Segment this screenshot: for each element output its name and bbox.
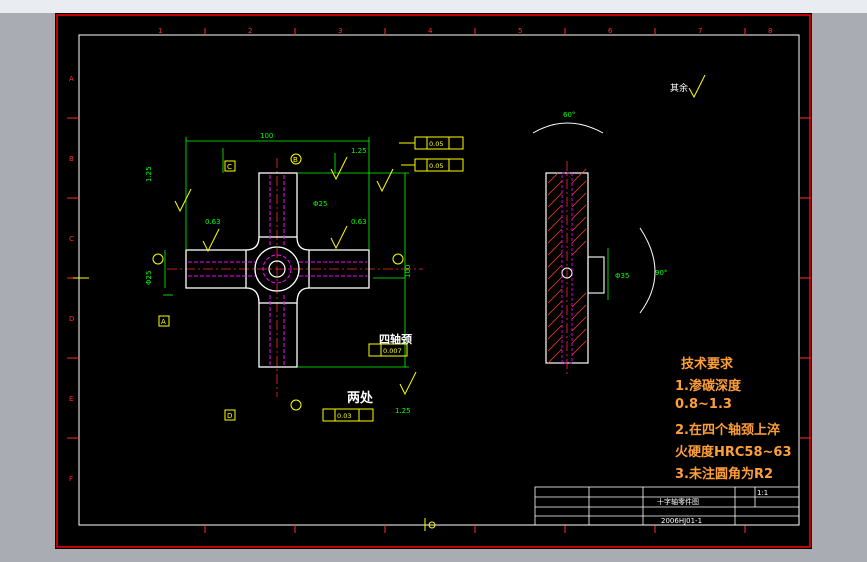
section-view bbox=[532, 122, 656, 375]
datum-c: C bbox=[227, 163, 232, 171]
dimension-texts: 100 100 1.25 Φ25 Φ25 0.63 0.63 1.25 1.25 bbox=[145, 132, 412, 415]
title-scale: 1:1 bbox=[757, 489, 768, 497]
roughness-label-3: 1.25 bbox=[145, 166, 153, 182]
tolerance-frames bbox=[322, 136, 464, 422]
datum-b: B bbox=[293, 156, 298, 164]
dim-height-label: 100 bbox=[404, 265, 412, 278]
datum-a: A bbox=[161, 318, 166, 326]
tolerance-value-2: 0.05 bbox=[429, 162, 443, 170]
zone-side-c: C bbox=[69, 235, 74, 243]
zone-top-4: 4 bbox=[428, 27, 433, 35]
roughness-note-label: 其余 bbox=[670, 82, 688, 94]
tech-req-item-3: 2.在四个轴颈上淬 bbox=[675, 423, 780, 438]
zone-side-d: D bbox=[69, 315, 74, 323]
roughness-label-1: 0.63 bbox=[205, 218, 221, 226]
zone-labels: 1 2 3 4 5 6 7 8 A B C D E F bbox=[69, 27, 772, 483]
datum-boxes bbox=[152, 153, 404, 421]
zone-side-b: B bbox=[69, 155, 74, 163]
drawing-sheet: 1 2 3 4 5 6 7 8 A B C D E F 100 100 1.25… bbox=[55, 13, 812, 549]
zone-top-5: 5 bbox=[518, 27, 522, 35]
datum-d: D bbox=[227, 412, 232, 420]
tolerance-values: 0.05 0.05 0.007 0.03 bbox=[337, 140, 443, 420]
zone-top-8: 8 bbox=[768, 27, 772, 35]
dim-width-label: 100 bbox=[260, 132, 273, 140]
section-angle-60: 60° bbox=[563, 111, 575, 119]
section-dia-35: Φ35 bbox=[615, 272, 629, 280]
zone-top-6: 6 bbox=[608, 27, 613, 35]
cross-shaft-outline bbox=[185, 172, 370, 368]
window-top-strip bbox=[0, 0, 867, 13]
tech-req-title: 技术要求 bbox=[681, 357, 734, 372]
roughness-label-4: 1.25 bbox=[395, 407, 411, 415]
centering-marks bbox=[73, 277, 436, 531]
dia-side-label: Φ25 bbox=[145, 271, 153, 285]
tolerance-value-4: 0.03 bbox=[337, 412, 351, 420]
zone-top-2: 2 bbox=[248, 27, 252, 35]
tech-req-item-2: 0.8~1.3 bbox=[675, 397, 732, 412]
zone-top-1: 1 bbox=[158, 27, 162, 35]
title-drawing-number: 2006HJ01-1 bbox=[661, 517, 702, 525]
tech-req-item-4: 火硬度HRC58~63 bbox=[675, 445, 792, 460]
tolerance-value-1: 0.05 bbox=[429, 140, 443, 148]
section-angle-90: 90° bbox=[655, 269, 667, 277]
zone-top-3: 3 bbox=[338, 27, 342, 35]
dia-center-label: Φ25 bbox=[313, 200, 327, 208]
tech-req-item-1: 1.渗碳深度 bbox=[675, 379, 741, 394]
title-part-name: 十字轴零件图 bbox=[657, 497, 699, 506]
cross-hidden-holes bbox=[188, 175, 367, 365]
label-two-places: 两处 bbox=[347, 390, 374, 406]
tech-req-item-5: 3.未注圆角为R2 bbox=[675, 467, 774, 482]
roughness-symbols bbox=[174, 74, 706, 396]
dimension-lines bbox=[163, 137, 409, 368]
cross-center-lines bbox=[167, 158, 423, 397]
zone-side-a: A bbox=[69, 75, 74, 83]
label-four-necks: 四轴颈 bbox=[379, 332, 412, 346]
dim-chamfer-label: 1.25 bbox=[351, 147, 367, 155]
section-dim-texts: 60° 90° Φ35 bbox=[563, 111, 667, 280]
zone-top-7: 7 bbox=[698, 27, 702, 35]
roughness-label-2: 0.63 bbox=[351, 218, 367, 226]
zone-side-e: E bbox=[69, 395, 73, 403]
tolerance-value-3: 0.007 bbox=[383, 347, 402, 355]
zone-side-f: F bbox=[69, 475, 73, 483]
